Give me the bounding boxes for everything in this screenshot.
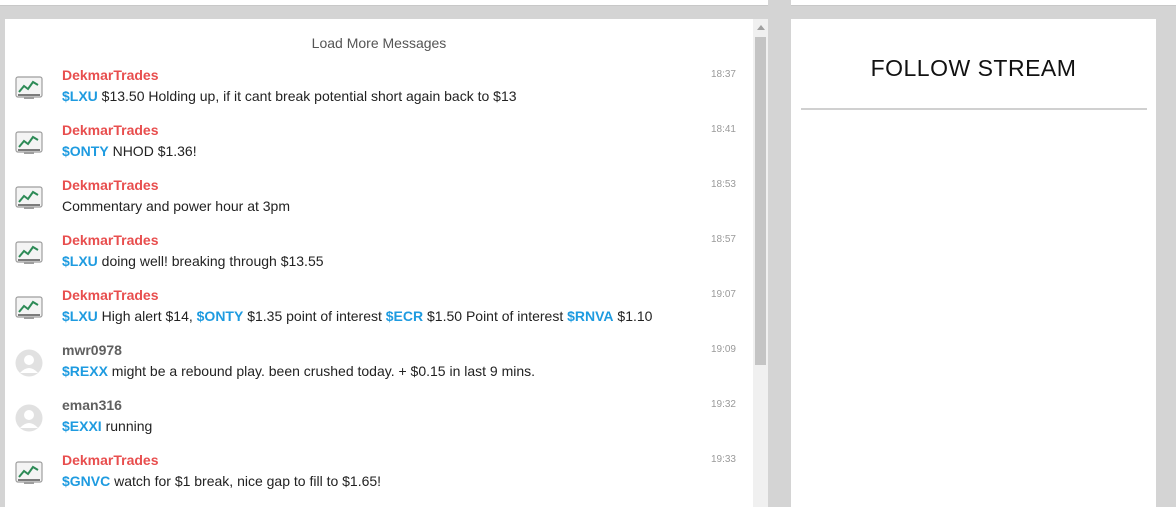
ticker-link[interactable]: $LXU bbox=[62, 253, 98, 269]
message-timestamp: 18:37 bbox=[710, 69, 736, 80]
divider bbox=[801, 108, 1147, 110]
message-timestamp: 18:41 bbox=[710, 124, 736, 135]
trend-chart-icon[interactable] bbox=[15, 129, 43, 157]
trend-chart-icon[interactable] bbox=[15, 294, 43, 322]
message-username[interactable]: DekmarTrades bbox=[62, 122, 159, 138]
message-text-segment: High alert $14, bbox=[97, 308, 197, 324]
follow-stream-title: FOLLOW STREAM bbox=[870, 55, 1077, 81]
scrollbar-thumb[interactable] bbox=[755, 37, 766, 365]
ticker-link[interactable]: $ONTY bbox=[197, 308, 244, 324]
message-row: DekmarTrades 19:33 $GNVC watch for $1 brea… bbox=[5, 451, 753, 506]
top-bar-left bbox=[0, 0, 768, 6]
message-text-segment: running bbox=[101, 418, 153, 434]
message-username[interactable]: DekmarTrades bbox=[62, 177, 159, 193]
trend-chart-icon[interactable] bbox=[15, 184, 43, 212]
message-username[interactable]: DekmarTrades bbox=[62, 452, 159, 468]
message-username[interactable]: eman316 bbox=[62, 397, 122, 413]
message-timestamp: 19:33 bbox=[710, 454, 736, 465]
default-user-icon[interactable] bbox=[15, 349, 43, 377]
message-text: $LXU $13.50 Holding up, if it cant break… bbox=[62, 88, 517, 104]
ticker-link[interactable]: $ECR bbox=[386, 308, 423, 324]
message-text-segment: $1.35 point of interest bbox=[243, 308, 386, 324]
message-timestamp: 18:57 bbox=[710, 234, 736, 245]
message-row: DekmarTrades 18:37 $LXU $13.50 Holding up,… bbox=[5, 66, 753, 121]
message-text-segment: NHOD $1.36! bbox=[108, 143, 197, 159]
message-username[interactable]: mwr0978 bbox=[62, 342, 122, 358]
message-text: $GNVC watch for $1 break, nice gap to fi… bbox=[62, 473, 381, 489]
message-text-segment: doing well! breaking through $13.55 bbox=[97, 253, 324, 269]
trend-chart-icon[interactable] bbox=[15, 459, 43, 487]
message-text-segment: watch for $1 break, nice gap to fill to … bbox=[110, 473, 382, 489]
message-timestamp: 19:09 bbox=[710, 344, 736, 355]
message-username[interactable]: DekmarTrades bbox=[62, 232, 159, 248]
message-row: DekmarTrades 18:41 $ONTY NHOD $1.36! bbox=[5, 121, 753, 176]
message-timestamp: 19:07 bbox=[710, 289, 736, 300]
scroll-up-arrow-icon[interactable] bbox=[757, 25, 765, 30]
trend-chart-icon[interactable] bbox=[15, 74, 43, 102]
ticker-link[interactable]: $EXXI bbox=[62, 418, 102, 434]
ticker-link[interactable]: $REXX bbox=[62, 363, 108, 379]
load-more-messages-link[interactable]: Load More Messages bbox=[5, 35, 753, 51]
message-text-segment: Commentary and power hour at 3pm bbox=[62, 198, 290, 214]
message-list: DekmarTrades 18:37 $LXU $13.50 Holding up,… bbox=[5, 66, 753, 506]
message-text: Commentary and power hour at 3pm bbox=[62, 198, 290, 214]
ticker-link[interactable]: $ONTY bbox=[62, 143, 109, 159]
message-row: DekmarTrades 18:57 $LXU doing well! breaki… bbox=[5, 231, 753, 286]
message-timestamp: 19:32 bbox=[710, 399, 736, 410]
trend-chart-icon[interactable] bbox=[15, 239, 43, 267]
message-row: eman316 19:32 $EXXI running bbox=[5, 396, 753, 451]
message-text-segment: $1.50 Point of interest bbox=[423, 308, 568, 324]
default-user-icon[interactable] bbox=[15, 404, 43, 432]
top-bar-right bbox=[791, 0, 1176, 6]
ticker-link[interactable]: $GNVC bbox=[62, 473, 110, 489]
ticker-link[interactable]: $RNVA bbox=[567, 308, 613, 324]
follow-stream-panel: FOLLOW STREAM bbox=[791, 19, 1156, 507]
message-stream-panel: Load More Messages DekmarTrades 18:37 $LXU… bbox=[5, 19, 768, 507]
message-text-segment: $1.10 bbox=[613, 308, 653, 324]
message-text-segment: $13.50 Holding up, if it cant break pote… bbox=[97, 88, 517, 104]
message-username[interactable]: DekmarTrades bbox=[62, 287, 159, 303]
message-text: $EXXI running bbox=[62, 418, 152, 434]
message-row: DekmarTrades 19:07 $LXU High alert $14, $O… bbox=[5, 286, 753, 341]
message-timestamp: 18:53 bbox=[710, 179, 736, 190]
ticker-link[interactable]: $LXU bbox=[62, 308, 98, 324]
message-text: $ONTY NHOD $1.36! bbox=[62, 143, 197, 159]
message-username[interactable]: DekmarTrades bbox=[62, 67, 159, 83]
scrollbar[interactable] bbox=[753, 19, 768, 507]
message-row: DekmarTrades 18:53 Commentary and power ho… bbox=[5, 176, 753, 231]
message-text: $REXX might be a rebound play. been crus… bbox=[62, 363, 535, 379]
message-text-segment: might be a rebound play. been crushed to… bbox=[107, 363, 536, 379]
message-row: mwr0978 19:09 $REXX might be a rebound pla… bbox=[5, 341, 753, 396]
message-text: $LXU doing well! breaking through $13.55 bbox=[62, 253, 324, 269]
ticker-link[interactable]: $LXU bbox=[62, 88, 98, 104]
message-text: $LXU High alert $14, $ONTY $1.35 point o… bbox=[62, 308, 652, 324]
